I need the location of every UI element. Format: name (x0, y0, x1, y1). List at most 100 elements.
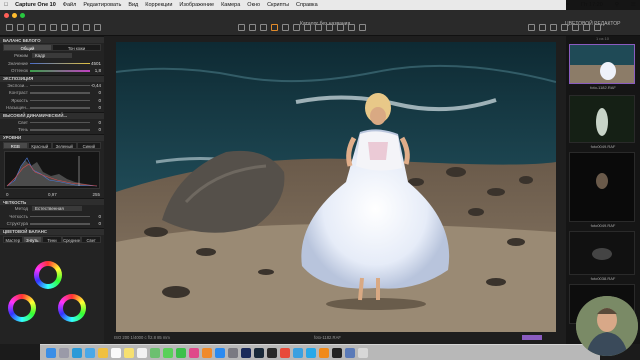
white-balance-header[interactable]: БАЛАНС БЕЛОГО (0, 36, 104, 43)
vlc-icon[interactable] (319, 347, 329, 358)
skype-icon[interactable] (306, 347, 316, 358)
exposure-header[interactable]: ЭКСПОЗИЦИЯ (0, 74, 104, 82)
menu-window[interactable]: Окно (247, 2, 260, 8)
tab-cb-master[interactable]: Мастер (3, 235, 23, 243)
clarity-value[interactable]: 0 (98, 214, 101, 219)
clock[interactable]: Пт 17:20 (581, 2, 603, 8)
menu-scripts[interactable]: Скрипты (267, 2, 289, 8)
color-wheel-highlights[interactable] (58, 294, 86, 322)
exposure-value[interactable]: -0,44 (91, 83, 101, 88)
search-icon[interactable]: ⚲ (615, 2, 619, 8)
menu-edit[interactable]: Редактировать (83, 2, 121, 8)
menu-adjustments[interactable]: Коррекции (145, 2, 172, 8)
straighten-icon[interactable] (282, 24, 289, 31)
contrast-value[interactable]: 0 (98, 90, 101, 95)
lightroom-icon[interactable] (254, 347, 264, 358)
pan-icon[interactable] (249, 24, 256, 31)
wb-tint-slider[interactable] (30, 70, 90, 72)
tab-levels-blue[interactable]: Синий (76, 141, 101, 149)
levels-histogram[interactable] (4, 150, 100, 189)
reminders-icon[interactable] (137, 347, 147, 358)
photos-icon[interactable] (98, 347, 108, 358)
sharpness-header[interactable]: ЧЕТКОСТЬ (0, 198, 104, 205)
thumbnail-1[interactable] (569, 44, 635, 84)
thumbnail-4[interactable] (569, 231, 635, 275)
exposure-slider[interactable] (30, 84, 90, 86)
color-balance-header[interactable]: ЦВЕТОВОЙ БАЛАНС (0, 227, 104, 235)
hdr-header[interactable]: ВЫСОКИЙ ДИНАМИЧЕСКИЙ... (0, 111, 104, 119)
wb-mode-select[interactable]: Кадр (32, 53, 72, 59)
safari-icon[interactable] (72, 347, 82, 358)
contrast-row[interactable]: Контраст 0 (0, 89, 104, 97)
structure-value[interactable]: 0 (98, 221, 101, 226)
cursor-icon[interactable] (238, 24, 245, 31)
highlight-value[interactable]: 0 (98, 120, 101, 125)
annotate-icon[interactable] (359, 24, 366, 31)
eraser-icon[interactable] (315, 24, 322, 31)
chrome-icon[interactable] (280, 347, 290, 358)
preferences-icon[interactable] (228, 347, 238, 358)
structure-row[interactable]: Структура 0 (0, 220, 104, 228)
levels-high-value[interactable]: 255 (92, 192, 100, 197)
rotate-icon[interactable] (83, 24, 90, 31)
contrast-slider[interactable] (30, 92, 90, 94)
ibooks-icon[interactable] (202, 347, 212, 358)
saturation-row[interactable]: Насыщен... 0 (0, 104, 104, 112)
close-window-button[interactable] (4, 13, 9, 18)
tab-levels-green[interactable]: Зеленый (52, 141, 77, 149)
minimize-window-button[interactable] (12, 13, 17, 18)
proof-icon[interactable] (561, 24, 568, 31)
messages-icon[interactable] (163, 347, 173, 358)
notes-icon[interactable] (124, 347, 134, 358)
zoom-icon[interactable] (260, 24, 267, 31)
shadow-value[interactable]: 0 (98, 127, 101, 132)
tab-levels-rgb[interactable]: RGB (3, 141, 28, 149)
camera-icon[interactable] (61, 24, 68, 31)
launchpad-icon[interactable] (59, 347, 69, 358)
export-icon[interactable] (17, 24, 24, 31)
telegram-icon[interactable] (293, 347, 303, 358)
wifi-icon[interactable]: ≈ (566, 2, 569, 8)
keystone-icon[interactable] (293, 24, 300, 31)
brightness-slider[interactable] (30, 99, 90, 101)
import-icon[interactable] (6, 24, 13, 31)
menu-help[interactable]: Справка (296, 2, 318, 8)
redo-icon[interactable] (39, 24, 46, 31)
picker-icon[interactable] (337, 24, 344, 31)
highlight-row[interactable]: Свет 0 (0, 119, 104, 127)
crop-icon[interactable] (72, 24, 79, 31)
wb-kelvin-slider[interactable] (30, 62, 90, 64)
info-icon[interactable] (594, 24, 601, 31)
compare-icon[interactable] (539, 24, 546, 31)
levels-header[interactable]: УРОВНИ (0, 133, 104, 141)
downloads-icon[interactable] (345, 347, 355, 358)
capture-one-icon[interactable] (267, 347, 277, 358)
clarity-row[interactable]: Четкость 0 (0, 213, 104, 221)
tab-wb-skin-tone[interactable]: Тон кожи (52, 44, 101, 51)
itunes-icon[interactable] (189, 347, 199, 358)
mail-icon[interactable] (85, 347, 95, 358)
wb-kelvin-value[interactable]: 4501 (91, 61, 101, 66)
trash-icon[interactable] (358, 347, 368, 358)
wb-tint-row[interactable]: Оттенок 1,8 (0, 67, 104, 75)
photoshop-icon[interactable] (241, 347, 251, 358)
sharpness-method-select[interactable]: Естественная (32, 206, 82, 212)
brush-icon[interactable] (304, 24, 311, 31)
appstore-icon[interactable] (215, 347, 225, 358)
tab-cb-highlights[interactable]: Свет (81, 235, 101, 243)
thumbnail-2[interactable] (569, 95, 635, 143)
warning-icon[interactable] (550, 24, 557, 31)
main-photo[interactable] (116, 42, 556, 332)
eye-icon[interactable] (94, 24, 101, 31)
color-wheel-midtones[interactable] (34, 261, 62, 289)
shadow-slider[interactable] (30, 129, 90, 131)
tab-cb-midtones[interactable]: Средние (61, 235, 82, 243)
levels-low-value[interactable]: 0 (6, 192, 9, 197)
structure-slider[interactable] (30, 223, 90, 225)
menu-view[interactable]: Вид (128, 2, 138, 8)
rating-stars-icon[interactable] (522, 335, 542, 340)
wb-tint-value[interactable]: 1,8 (95, 68, 101, 73)
facetime-icon[interactable] (176, 347, 186, 358)
highlight-slider[interactable] (30, 121, 90, 123)
menu-file[interactable]: Файл (63, 2, 77, 8)
